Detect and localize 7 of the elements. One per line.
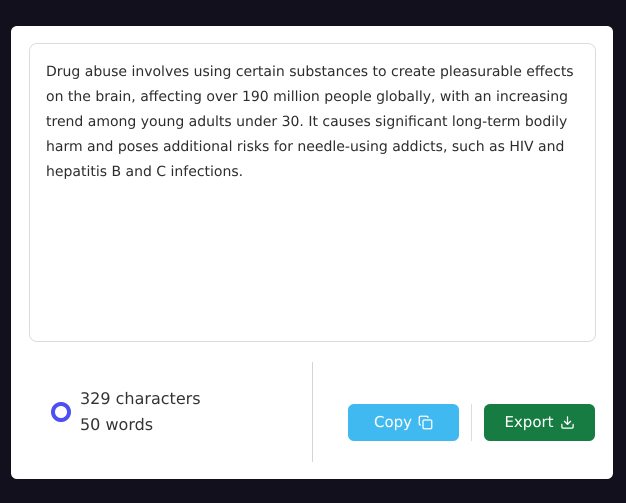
text-area[interactable]: Drug abuse involves using certain substances to create pleasurable effects on the brain, affecting over 190 million people globally, with an increasing trend among young adults under 30. It causes significant long-term bodily harm and poses additional risks for needle-using addicts, such as HIV and hepatitis B and C infections. bbox=[29, 43, 596, 342]
status-ring-icon bbox=[51, 402, 71, 422]
download-icon bbox=[560, 414, 575, 430]
copy-icon bbox=[418, 414, 434, 430]
export-button[interactable]: Export bbox=[484, 404, 595, 440]
word-count: 50 words bbox=[80, 414, 154, 436]
character-count: 329 characters bbox=[80, 388, 201, 410]
